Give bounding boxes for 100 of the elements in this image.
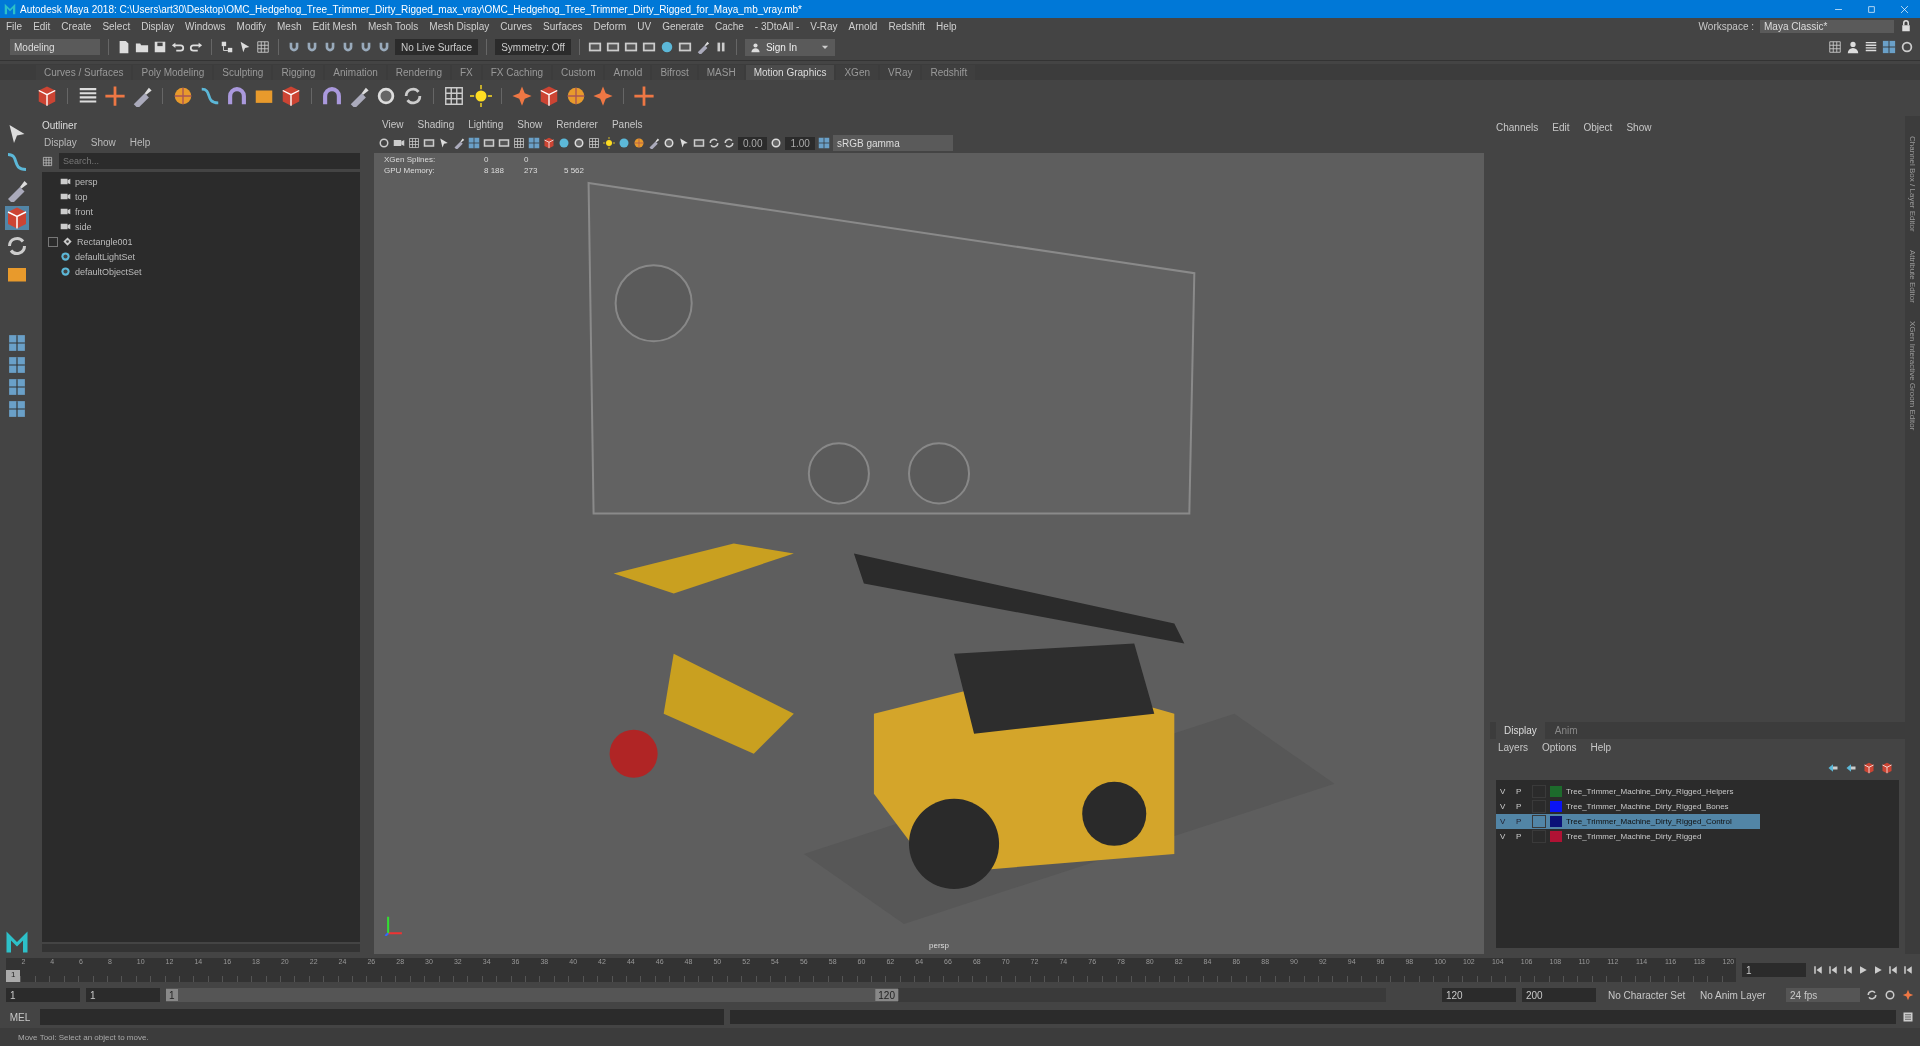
magnet-icon[interactable] (305, 40, 319, 54)
exposure-field[interactable]: 0.00 (738, 136, 768, 150)
render-icon[interactable] (483, 137, 495, 149)
layer-color-swatch[interactable] (1550, 831, 1562, 842)
sphere-icon[interactable] (659, 40, 674, 54)
reference-toggle[interactable] (1532, 830, 1546, 843)
magnet-icon[interactable] (323, 40, 337, 54)
magnet-icon[interactable] (359, 40, 373, 54)
menu-item[interactable]: Mesh Tools (367, 20, 419, 32)
layout-icon[interactable] (8, 400, 26, 418)
menu-item[interactable]: Show (517, 119, 543, 130)
magnet-icon[interactable] (287, 40, 301, 54)
menu-item[interactable]: Renderer (556, 119, 598, 130)
layout-icon[interactable] (817, 137, 830, 149)
gamma-field[interactable]: 1.00 (785, 136, 815, 150)
brush-icon[interactable] (348, 85, 370, 107)
menu-item[interactable]: Mesh (277, 20, 302, 32)
render-icon[interactable] (423, 137, 435, 149)
user-icon[interactable] (1846, 40, 1860, 54)
visibility-toggle[interactable]: V (1500, 817, 1512, 826)
playback-toggle[interactable]: P (1516, 802, 1528, 811)
grid-icon[interactable] (443, 85, 465, 107)
redo-icon[interactable] (189, 40, 203, 54)
menu-item[interactable]: Curves (500, 20, 533, 32)
menu-item[interactable]: V-Ray (810, 20, 838, 32)
sphere-icon[interactable] (618, 137, 630, 149)
menu-item[interactable]: Cache (714, 20, 744, 32)
menu-item[interactable]: Create (61, 20, 92, 32)
list-icon[interactable] (1864, 40, 1878, 54)
outliner-item[interactable]: Rectangle001 (77, 236, 133, 247)
sign-in-button[interactable]: Sign In (744, 38, 835, 56)
menu-item[interactable]: Show (90, 137, 116, 148)
current-frame-field[interactable]: 1 (1742, 963, 1806, 977)
start-frame-field[interactable]: 1 (6, 988, 80, 1002)
magnet-icon[interactable] (341, 40, 355, 54)
menu-item[interactable]: UV (637, 20, 652, 32)
menu-item[interactable]: Lighting (468, 119, 504, 130)
grid-icon[interactable] (408, 137, 420, 149)
lasso-tool[interactable] (5, 150, 29, 174)
magnet-icon[interactable] (377, 40, 391, 54)
visibility-toggle[interactable]: V (1500, 787, 1512, 796)
sparkle-icon[interactable] (592, 85, 614, 107)
menu-item[interactable]: Options (1542, 742, 1577, 753)
range-start-handle[interactable]: 1 (166, 989, 178, 1001)
ball-icon[interactable] (633, 137, 645, 149)
hierarchy-icon[interactable] (220, 40, 234, 54)
layout-icon[interactable] (468, 137, 480, 149)
tab[interactable]: Display (1496, 722, 1545, 739)
menu-item[interactable]: Show (1626, 122, 1652, 133)
menu-item[interactable]: Select (102, 20, 131, 32)
menu-item[interactable]: - 3DtoAll - (754, 20, 800, 32)
render-icon[interactable] (587, 40, 602, 54)
cursor-icon[interactable] (438, 137, 450, 149)
loop-icon[interactable] (402, 85, 424, 107)
render-icon[interactable] (693, 137, 705, 149)
step-icon[interactable] (1812, 964, 1824, 976)
menu-item[interactable]: Channels (1496, 122, 1539, 133)
grid-icon[interactable] (256, 40, 270, 54)
color-space-dropdown[interactable]: sRGB gamma (832, 135, 953, 151)
menu-item[interactable]: Layers (1498, 742, 1528, 753)
arc-icon[interactable] (226, 85, 248, 107)
plus-icon[interactable] (104, 85, 126, 107)
menu-item[interactable]: Windows (184, 20, 226, 32)
layer-row[interactable]: V P Tree_Trimmer_Machine_Dirty_Rigged_Bones (1496, 799, 1760, 814)
move-tool[interactable] (5, 206, 29, 230)
playback-toggle[interactable]: P (1516, 832, 1528, 841)
playback-toggle[interactable]: P (1516, 787, 1528, 796)
current-frame-marker[interactable]: 1 (6, 970, 21, 982)
render-icon[interactable] (498, 137, 510, 149)
ball-icon[interactable] (172, 85, 194, 107)
ball-icon[interactable] (565, 85, 587, 107)
menu-item[interactable]: Help (129, 137, 151, 148)
outliner-item[interactable]: top (75, 191, 88, 202)
layer-row[interactable]: V P Tree_Trimmer_Machine_Dirty_Rigged_Control (1496, 814, 1760, 829)
menu-item[interactable]: Modify (236, 20, 266, 32)
visibility-toggle[interactable]: V (1500, 802, 1512, 811)
command-field[interactable] (40, 1009, 724, 1025)
range-slider[interactable]: 1 120 (166, 988, 1386, 1002)
render-icon[interactable] (605, 40, 620, 54)
playback-end-field[interactable]: 120 (1442, 988, 1516, 1002)
shelf-tab[interactable]: Motion Graphics (745, 65, 835, 80)
menu-item[interactable]: Generate (662, 20, 704, 32)
side-tab[interactable]: XGen Interactive Groom Editor (1908, 320, 1917, 430)
grid-icon[interactable] (588, 137, 600, 149)
menu-item[interactable]: Redshift (888, 20, 926, 32)
sparkle-icon[interactable] (1902, 989, 1914, 1001)
brush-icon[interactable] (131, 85, 153, 107)
search-field[interactable]: Search... (59, 153, 360, 169)
menu-item[interactable]: Surfaces (543, 20, 583, 32)
layout-icon[interactable] (8, 378, 26, 396)
light-icon[interactable] (603, 137, 615, 149)
layer-color-swatch[interactable] (1550, 816, 1562, 827)
live-surface-field[interactable]: No Live Surface (395, 39, 479, 55)
menu-item[interactable]: Edit (33, 20, 51, 32)
menu-item[interactable]: Arnold (848, 20, 878, 32)
sphere-icon[interactable] (558, 137, 570, 149)
grid-icon[interactable] (513, 137, 525, 149)
light-icon[interactable] (470, 85, 492, 107)
workspace-dropdown[interactable]: Maya Classic* (1760, 19, 1894, 33)
step-icon[interactable] (1842, 964, 1854, 976)
